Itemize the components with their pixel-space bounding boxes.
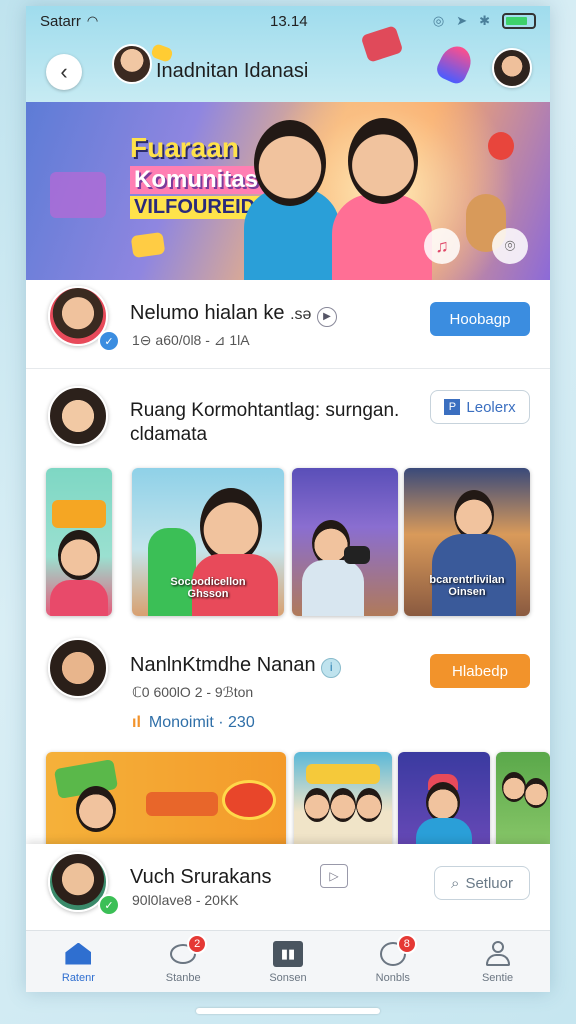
strawberry-sticker-icon [488, 132, 514, 160]
status-bar: Satarr ◠ 13.14 ◎ ➤ ✱ [26, 6, 550, 36]
music-note-icon: ♫ [435, 235, 449, 256]
avatar[interactable] [48, 386, 108, 446]
media-thumbnail[interactable]: bcarentrlivilan Oinsen [404, 468, 530, 616]
carrier-label: Satarr [40, 12, 81, 30]
check-badge-icon: ✓ [98, 894, 120, 916]
location-icon: ◎ [432, 13, 445, 28]
media-thumbnail[interactable] [46, 752, 286, 852]
thumbnail-caption-line-1: bcarentrlivilan [429, 574, 505, 586]
item-title-text: Nelumo hialan ke [130, 302, 285, 324]
page-title: Inadnitan Idanasi [156, 60, 309, 82]
divider [26, 368, 550, 369]
back-button[interactable]: ‹ [46, 54, 82, 90]
flag-icon: P [444, 399, 461, 415]
home-icon [63, 940, 93, 968]
item-title: Ruang Kormohtantlag: surngan. [130, 400, 400, 421]
stat-row: ıl Monoimit · 230 [132, 714, 255, 732]
tab-chat[interactable]: 2 Stanbe [143, 933, 223, 984]
title-sticker-icon [52, 500, 106, 528]
banner-kid-right [332, 194, 432, 280]
item-meta: 90l0lave8 - 20KK [132, 892, 239, 908]
follow-button[interactable]: Hoobagp [430, 302, 530, 336]
tab-label: Ratenr [61, 971, 95, 984]
chevron-left-icon: ‹ [60, 59, 68, 84]
hero-banner[interactable]: Fuaraan Komunitas VILFOUREIDER ♫ ⌾ [26, 102, 550, 280]
thumbnail-caption-line-2: Ghsson [187, 588, 229, 600]
signal-icon: ➤ [456, 13, 468, 28]
profile-icon [483, 940, 513, 968]
app-window: Satarr ◠ 13.14 ◎ ➤ ✱ ‹ Inadnitan Idanasi… [26, 6, 550, 992]
notification-badge: 8 [396, 933, 417, 954]
status-time: 13.14 [270, 12, 308, 30]
banner-kid-left-face [254, 120, 326, 206]
tab-bar: Ratenr 2 Stanbe ▮▮ Sonsen 8 Nonbls Senti… [26, 930, 550, 992]
item-meta: 1⊖ a60/0l8 - ⊿ 1lA [132, 332, 250, 348]
share-icon[interactable]: ▷ [320, 864, 348, 888]
join-button-label: Leolerx [466, 398, 516, 416]
thumbnail-caption: Socoodicellon Ghsson [132, 576, 284, 600]
music-button[interactable]: ♫ [424, 228, 460, 264]
search-icon: ⌕ [451, 874, 460, 892]
media-thumbnail[interactable] [398, 752, 490, 852]
item-meta: ℂ0 600lO 2 - 9ℬton [132, 684, 254, 700]
tab-home[interactable]: Ratenr [38, 940, 118, 984]
stat-label: Monoimit · 230 [148, 714, 255, 731]
item-title-text: NanlnKtmdhe Nanan [130, 654, 316, 676]
search-button[interactable]: ⌕ Setluor [434, 866, 530, 900]
battery-icon [502, 13, 536, 29]
home-indicator[interactable] [196, 1008, 380, 1014]
join-button[interactable]: P Leolerx [430, 390, 530, 424]
pin-icon: ⌾ [504, 235, 516, 256]
thumbnail-caption-line-1: Socoodicellon [170, 576, 246, 588]
chart-icon: ıl [132, 714, 141, 731]
tab-profile[interactable]: Sentie [458, 940, 538, 984]
rocket-sticker-icon [433, 41, 477, 87]
search-button-label: Setluor [465, 874, 513, 892]
tab-label: Stanbe [165, 971, 201, 984]
community-avatar[interactable] [112, 44, 152, 84]
item-title-line-2: cldamata [130, 424, 208, 445]
verified-badge-icon: ✓ [98, 330, 120, 352]
suggested-community-card[interactable]: ✓ Vuch Srurakans 90l0lave8 - 20KK ▷ ⌕ Se… [26, 844, 550, 932]
tab-notifications[interactable]: 8 Nonbls [353, 933, 433, 984]
item-title: NanlnKtmdhe Nanan i [130, 654, 342, 678]
profile-avatar[interactable] [492, 48, 532, 88]
item-title-suffix: .sə [290, 306, 312, 323]
item-title: Vuch Srurakans [130, 866, 272, 888]
tab-video[interactable]: ▮▮ Sonsen [248, 940, 328, 984]
media-thumbnail[interactable] [496, 752, 550, 852]
thumbnail-caption: bcarentrlivilan Oinsen [404, 574, 530, 598]
media-thumbnail[interactable] [294, 752, 392, 852]
follow-button[interactable]: Hlabedp [430, 654, 530, 688]
notification-badge: 2 [187, 933, 208, 954]
wifi-icon: ◠ [86, 13, 99, 28]
tab-label: Sentie [481, 971, 514, 984]
info-icon[interactable]: i [321, 658, 342, 678]
media-thumbnail[interactable] [292, 468, 398, 616]
badge-sticker-icon [222, 780, 276, 820]
sticker-icon [130, 231, 166, 259]
thumbnail-caption-line-2: Oinsen [448, 586, 486, 598]
tab-label: Nonbls [375, 971, 410, 984]
play-icon[interactable]: ▶ [317, 307, 337, 327]
location-button[interactable]: ⌾ [492, 228, 528, 264]
tab-label: Sonsen [269, 971, 307, 984]
banner-kid-right-face [348, 118, 418, 204]
item-title: Nelumo hialan ke .sə ▶ [130, 302, 337, 327]
castle-sticker-icon [50, 172, 106, 218]
video-icon: ▮▮ [272, 940, 303, 968]
media-thumbnail[interactable] [46, 468, 112, 616]
bluetooth-icon: ✱ [479, 13, 490, 28]
camera-icon [344, 546, 370, 564]
media-thumbnail[interactable]: Socoodicellon Ghsson [132, 468, 284, 616]
avatar[interactable] [48, 638, 108, 698]
